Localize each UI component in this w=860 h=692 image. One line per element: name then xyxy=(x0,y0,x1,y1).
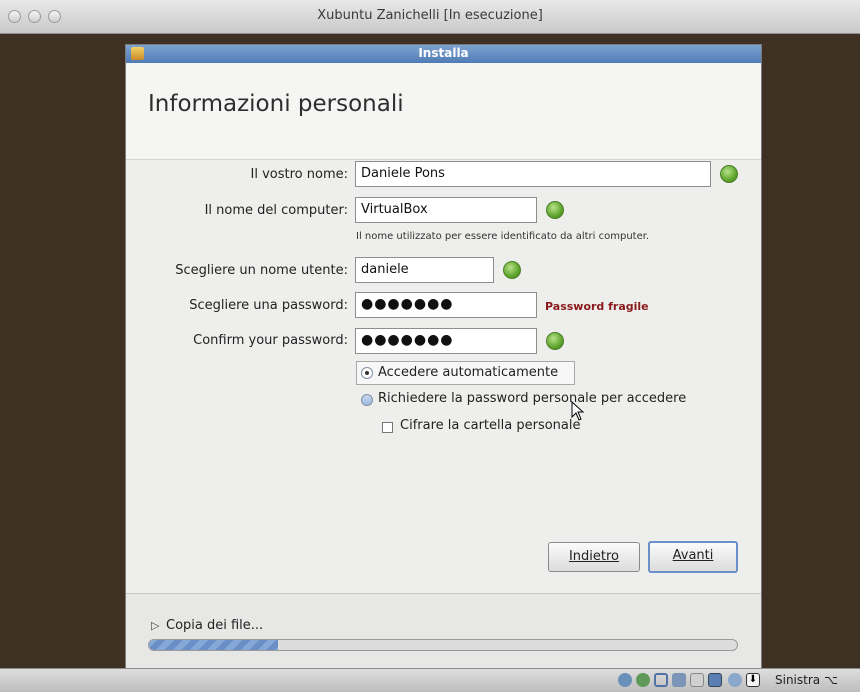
network-icon[interactable] xyxy=(672,673,686,687)
installer-window: Installa Informazioni personali Il vostr… xyxy=(125,44,762,668)
confirm-password-label: Confirm your password: xyxy=(193,333,348,348)
password-field[interactable]: ●●●●●●● xyxy=(355,292,537,318)
shared-folder-icon[interactable] xyxy=(690,673,704,687)
auto-login-label[interactable]: Accedere automaticamente xyxy=(378,365,558,380)
forward-button-label: Avanti xyxy=(672,548,714,563)
confirm-password-valid-icon xyxy=(546,332,564,350)
back-button[interactable]: Indietro xyxy=(548,542,640,572)
auto-login-radio[interactable] xyxy=(361,367,373,379)
username-label: Scegliere un nome utente: xyxy=(175,263,348,278)
cdrom-icon[interactable] xyxy=(636,673,650,687)
progress-section: ▷ Copia dei file... xyxy=(126,593,761,668)
harddisk-icon[interactable] xyxy=(618,673,632,687)
computer-name-label: Il nome del computer: xyxy=(204,203,348,218)
page-header: Informazioni personali xyxy=(126,63,761,160)
username-field[interactable]: daniele xyxy=(355,257,494,283)
back-button-label: Indietro xyxy=(568,549,620,564)
vm-statusbar: ⬇ Sinistra ⌥ xyxy=(0,668,860,692)
forward-button[interactable]: Avanti xyxy=(648,541,738,573)
usb-icon[interactable] xyxy=(654,673,668,687)
computer-name-hint: Il nome utilizzato per essere identifica… xyxy=(356,231,650,242)
mac-window-titlebar: Xubuntu Zanichelli [In esecuzione] xyxy=(0,0,860,34)
page-title: Informazioni personali xyxy=(148,91,404,117)
name-field[interactable]: Daniele Pons xyxy=(355,161,711,187)
host-key-label: Sinistra ⌥ xyxy=(775,673,838,687)
require-password-radio[interactable] xyxy=(361,394,373,406)
password-strength-label: Password fragile xyxy=(545,300,649,313)
confirm-password-field[interactable]: ●●●●●●● xyxy=(355,328,537,354)
username-valid-icon xyxy=(503,261,521,279)
expand-triangle-icon[interactable]: ▷ xyxy=(151,619,159,632)
encrypt-home-label[interactable]: Cifrare la cartella personale xyxy=(400,418,581,433)
progress-fill xyxy=(149,640,279,650)
encrypt-home-checkbox[interactable] xyxy=(382,422,393,433)
computer-name-valid-icon xyxy=(546,201,564,219)
installer-title: Installa xyxy=(418,46,469,60)
capture-icon[interactable] xyxy=(728,673,742,687)
host-key-arrow-icon[interactable]: ⬇ xyxy=(746,673,760,687)
display-icon[interactable] xyxy=(708,673,722,687)
progress-label: Copia dei file... xyxy=(166,618,264,633)
require-password-label[interactable]: Richiedere la password personale per acc… xyxy=(378,391,686,406)
mouse-cursor-icon xyxy=(571,401,585,421)
progress-bar xyxy=(148,639,738,651)
password-label: Scegliere una password: xyxy=(189,298,348,313)
computer-name-field[interactable]: VirtualBox xyxy=(355,197,537,223)
window-title: Xubuntu Zanichelli [In esecuzione] xyxy=(317,8,543,23)
installer-titlebar: Installa xyxy=(126,45,761,63)
name-label: Il vostro nome: xyxy=(250,167,348,182)
name-valid-icon xyxy=(720,165,738,183)
